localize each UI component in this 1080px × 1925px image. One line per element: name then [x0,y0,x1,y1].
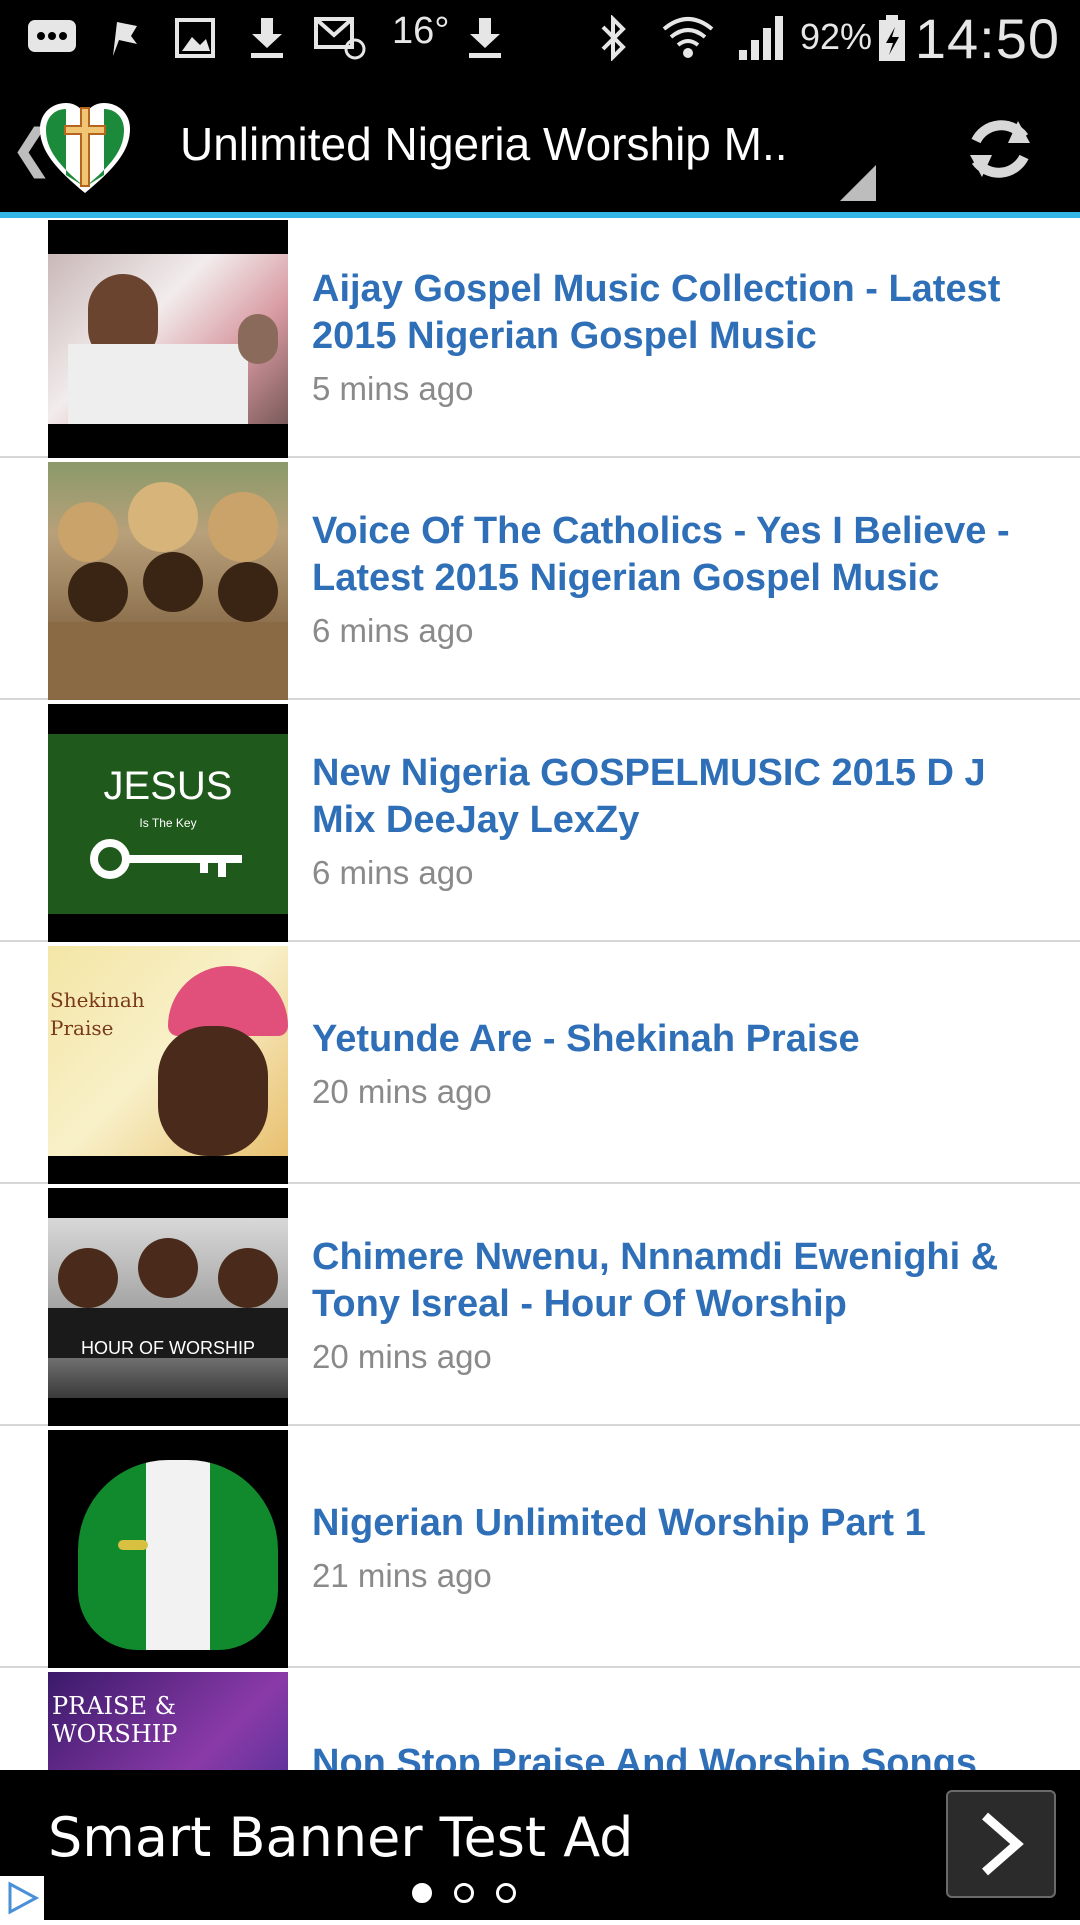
list-item[interactable]: HOUR OF WORSHIP Chimere Nwenu, Nnnamdi E… [0,1186,1080,1426]
flag-notification-icon [104,12,144,64]
list-item[interactable]: Voice Of The Catholics - Yes I Believe -… [0,460,1080,700]
video-title: Nigerian Unlimited Worship Part 1 [312,1501,926,1544]
email-notification-icon [312,12,368,64]
temperature-label: 16° [392,10,450,52]
list-item[interactable]: Aijay Gospel Music Collection - Latest 2… [0,218,1080,458]
thumbnail-subtext: Is The Key [139,816,197,830]
ad-banner[interactable]: Smart Banner Test Ad [0,1770,1080,1920]
page-dot-2[interactable] [454,1883,474,1903]
ad-page-indicator [412,1883,516,1903]
refresh-icon [970,120,1030,178]
video-timestamp: 6 mins ago [312,612,474,649]
adchoices-icon[interactable] [0,1876,44,1920]
list-item[interactable]: JESUS Is The Key New Nigeria GOSPELMUSIC… [0,702,1080,942]
bluetooth-icon [594,12,634,64]
wifi-icon [660,12,716,64]
video-timestamp: 6 mins ago [312,854,474,891]
thumbnail-text: JESUS [103,764,233,808]
video-thumbnail: HOUR OF WORSHIP [48,1188,288,1426]
list-item[interactable]: Nigerian Unlimited Worship Part 1 21 min… [0,1428,1080,1668]
video-thumbnail: JESUS Is The Key [48,704,288,942]
dropdown-indicator-icon[interactable] [840,165,876,201]
video-thumbnail [48,220,288,458]
video-title: Chimere Nwenu, Nnnamdi Ewenighi & Tony I… [312,1236,999,1325]
video-title: Aijay Gospel Music Collection - Latest 2… [312,268,1001,357]
signal-icon [734,12,790,64]
clock: 14:50 [914,7,1060,70]
video-timestamp: 21 mins ago [312,1556,492,1594]
video-timestamp: 5 mins ago [312,370,474,407]
download-notification-icon [244,12,290,64]
video-list: Aijay Gospel Music Collection - Latest 2… [0,218,1080,1770]
image-notification-icon [172,12,218,64]
video-title: New Nigeria GOSPELMUSIC 2015 D J Mix Dee… [312,752,986,841]
chevron-right-icon [982,1812,1024,1876]
status-bar: 16° 92% 14:50 [0,0,1080,77]
video-thumbnail [48,1430,288,1668]
video-thumbnail: Shekinah Praise [48,946,288,1184]
thumbnail-text: PRAISE & WORSHIP [52,1692,178,1748]
app-logo-icon[interactable] [36,99,134,197]
page-title[interactable]: Unlimited Nigeria Worship M.. [180,117,820,171]
video-thumbnail [48,462,288,700]
video-timestamp: 20 mins ago [312,1338,492,1375]
page-dot-1[interactable] [412,1883,432,1903]
action-bar: ❮ Unlimited Nigeria Worship M.. [0,77,1080,212]
video-title: Non Stop Praise And Worship Songs [312,1742,978,1770]
video-timestamp: 20 mins ago [312,1072,492,1110]
list-item[interactable]: PRAISE & WORSHIP Non Stop Praise And Wor… [0,1670,1080,1770]
battery-percent: 92% [800,16,873,57]
video-thumbnail: PRAISE & WORSHIP [48,1672,288,1770]
key-icon [90,839,242,879]
thumbnail-text: HOUR OF WORSHIP [81,1338,255,1358]
video-title: Voice Of The Catholics - Yes I Believe -… [312,510,1010,599]
refresh-button[interactable] [950,99,1050,199]
battery-charging-icon [874,12,910,64]
thumbnail-text: Shekinah Praise [50,988,145,1040]
video-title: Yetunde Are - Shekinah Praise [312,1017,860,1060]
page-dot-3[interactable] [496,1883,516,1903]
ad-text: Smart Banner Test Ad [48,1806,634,1869]
download-notification-icon-2 [462,12,508,64]
list-item[interactable]: Shekinah Praise Yetunde Are - Shekinah P… [0,944,1080,1184]
ad-open-button[interactable] [946,1790,1056,1898]
chat-notification-icon [24,12,80,64]
